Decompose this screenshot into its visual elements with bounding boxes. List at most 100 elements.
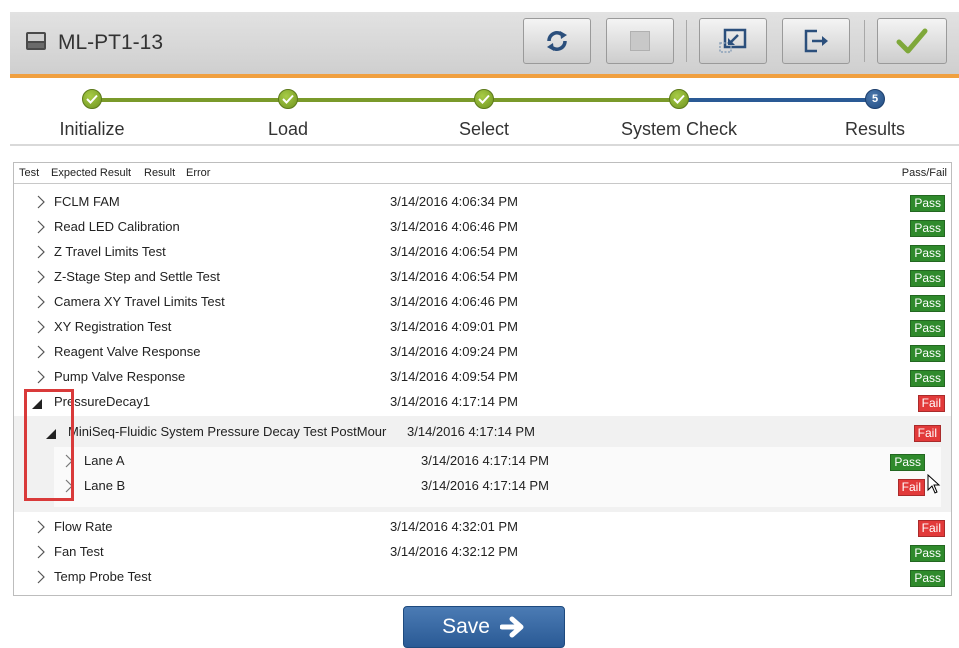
- table-row[interactable]: Read LED Calibration 3/14/2016 4:06:46 P…: [34, 215, 945, 240]
- chevron-right-icon[interactable]: [34, 195, 48, 209]
- chevron-right-icon[interactable]: [34, 220, 48, 234]
- table-row[interactable]: Lane A 3/14/2016 4:17:14 PM Pass: [62, 449, 935, 474]
- table-row[interactable]: Reagent Valve Response 3/14/2016 4:09:24…: [34, 340, 945, 365]
- step-select-icon: [474, 89, 494, 109]
- test-time: 3/14/2016 4:06:46 PM: [390, 294, 518, 309]
- column-header-test[interactable]: Test: [19, 163, 39, 183]
- test-name: Camera XY Travel Limits Test: [54, 294, 225, 309]
- results-table: Test Expected Result Result Error Pass/F…: [13, 162, 952, 596]
- chevron-right-icon[interactable]: [34, 245, 48, 259]
- status-badge: Fail: [917, 520, 945, 537]
- toolbar-divider: [864, 20, 865, 62]
- test-time: 3/14/2016 4:32:01 PM: [390, 519, 518, 534]
- save-button[interactable]: Save: [403, 606, 565, 648]
- exit-button[interactable]: [782, 18, 850, 64]
- status-badge: Pass: [910, 295, 945, 312]
- triangle-down-icon[interactable]: [44, 427, 58, 441]
- step-label-results: Results: [844, 119, 906, 139]
- step-system-check-icon: [669, 89, 689, 109]
- step-load-icon: [278, 89, 298, 109]
- status-badge: Pass: [890, 454, 925, 471]
- test-name: Reagent Valve Response: [54, 344, 201, 359]
- table-row[interactable]: Pump Valve Response 3/14/2016 4:09:54 PM…: [34, 365, 945, 390]
- chevron-right-icon[interactable]: [62, 454, 76, 468]
- save-label: Save: [442, 615, 490, 638]
- step-label-system-check: System Check: [620, 119, 738, 139]
- confirm-button[interactable]: [877, 18, 947, 64]
- table-row[interactable]: FCLM FAM 3/14/2016 4:06:34 PM Pass: [34, 190, 945, 215]
- test-time: 3/14/2016 4:17:14 PM: [421, 478, 549, 493]
- table-row-expanded[interactable]: MiniSeq-Fluidic System Pressure Decay Te…: [44, 420, 941, 445]
- table-row[interactable]: Camera XY Travel Limits Test 3/14/2016 4…: [34, 290, 945, 315]
- test-time: 3/14/2016 4:32:12 PM: [390, 544, 518, 559]
- test-time: 3/14/2016 4:09:01 PM: [390, 319, 518, 334]
- progress-track-remaining: [679, 98, 875, 102]
- chevron-right-icon[interactable]: [34, 520, 48, 534]
- test-name: Z-Stage Step and Settle Test: [54, 269, 220, 284]
- column-header-error[interactable]: Error: [186, 163, 210, 183]
- status-badge: Pass: [910, 370, 945, 387]
- column-header-result[interactable]: Result: [144, 163, 175, 183]
- test-time: 3/14/2016 4:06:54 PM: [390, 269, 518, 284]
- table-row[interactable]: Z-Stage Step and Settle Test 3/14/2016 4…: [34, 265, 945, 290]
- mouse-cursor-icon: [927, 474, 941, 494]
- status-badge: Fail: [897, 479, 925, 496]
- title-bar: ML-PT1-13: [10, 12, 959, 78]
- status-badge: Pass: [910, 270, 945, 287]
- table-row[interactable]: Flow Rate 3/14/2016 4:32:01 PM Fail: [34, 515, 945, 540]
- stop-button[interactable]: [606, 18, 674, 64]
- progress-steps: 5 Initialize Load Select System Check Re…: [10, 78, 959, 142]
- test-name: Lane A: [84, 453, 125, 468]
- step-label-initialize: Initialize: [59, 119, 125, 139]
- chevron-right-icon[interactable]: [34, 320, 48, 334]
- minimize-button[interactable]: [699, 18, 767, 64]
- test-name: Read LED Calibration: [54, 219, 180, 234]
- status-badge: Pass: [910, 220, 945, 237]
- step-initialize-icon: [82, 89, 102, 109]
- table-row[interactable]: XY Registration Test 3/14/2016 4:09:01 P…: [34, 315, 945, 340]
- test-time: 3/14/2016 4:06:46 PM: [390, 219, 518, 234]
- test-time: 3/14/2016 4:06:54 PM: [390, 244, 518, 259]
- table-row[interactable]: Lane B 3/14/2016 4:17:14 PM Fail: [62, 474, 935, 499]
- toolbar-divider: [686, 20, 687, 62]
- table-row-expanded[interactable]: PressureDecay1 3/14/2016 4:17:14 PM Fail: [30, 390, 945, 415]
- test-time: 3/14/2016 4:17:14 PM: [407, 424, 535, 439]
- table-row[interactable]: Temp Probe Test Pass: [34, 565, 945, 590]
- triangle-down-icon[interactable]: [30, 397, 44, 411]
- test-name: PressureDecay1: [54, 394, 151, 409]
- chevron-right-icon[interactable]: [34, 345, 48, 359]
- chevron-right-icon[interactable]: [34, 545, 48, 559]
- chevron-right-icon[interactable]: [62, 479, 76, 493]
- exit-icon: [804, 29, 828, 53]
- chevron-right-icon[interactable]: [34, 370, 48, 384]
- chevron-right-icon[interactable]: [34, 295, 48, 309]
- chevron-right-icon[interactable]: [34, 570, 48, 584]
- chevron-right-icon[interactable]: [34, 270, 48, 284]
- column-header-pass-fail[interactable]: Pass/Fail: [902, 163, 947, 183]
- status-badge: Pass: [910, 245, 945, 262]
- test-name: Flow Rate: [54, 519, 113, 534]
- stop-icon: [630, 31, 650, 51]
- test-time: 3/14/2016 4:09:54 PM: [390, 369, 518, 384]
- refresh-icon: [547, 31, 567, 51]
- step-label-load: Load: [267, 119, 309, 139]
- test-name: Z Travel Limits Test: [54, 244, 166, 259]
- test-name: Lane B: [84, 478, 126, 493]
- test-time: 3/14/2016 4:17:14 PM: [390, 394, 518, 409]
- status-badge: Pass: [910, 570, 945, 587]
- table-header: Test Expected Result Result Error Pass/F…: [14, 163, 951, 184]
- instrument-icon: [26, 32, 46, 50]
- test-name: FCLM FAM: [54, 194, 120, 209]
- progress-track-done: [92, 98, 679, 102]
- test-name: XY Registration Test: [54, 319, 172, 334]
- step-label-select: Select: [458, 119, 510, 139]
- table-row[interactable]: Fan Test 3/14/2016 4:32:12 PM Pass: [34, 540, 945, 565]
- test-name: Pump Valve Response: [54, 369, 186, 384]
- refresh-button[interactable]: [523, 18, 591, 64]
- divider: [10, 144, 959, 146]
- test-time: 3/14/2016 4:06:34 PM: [390, 194, 518, 209]
- test-name: Fan Test: [54, 544, 104, 559]
- table-row[interactable]: Z Travel Limits Test 3/14/2016 4:06:54 P…: [34, 240, 945, 265]
- status-badge: Pass: [910, 195, 945, 212]
- column-header-expected-result[interactable]: Expected Result: [51, 163, 131, 183]
